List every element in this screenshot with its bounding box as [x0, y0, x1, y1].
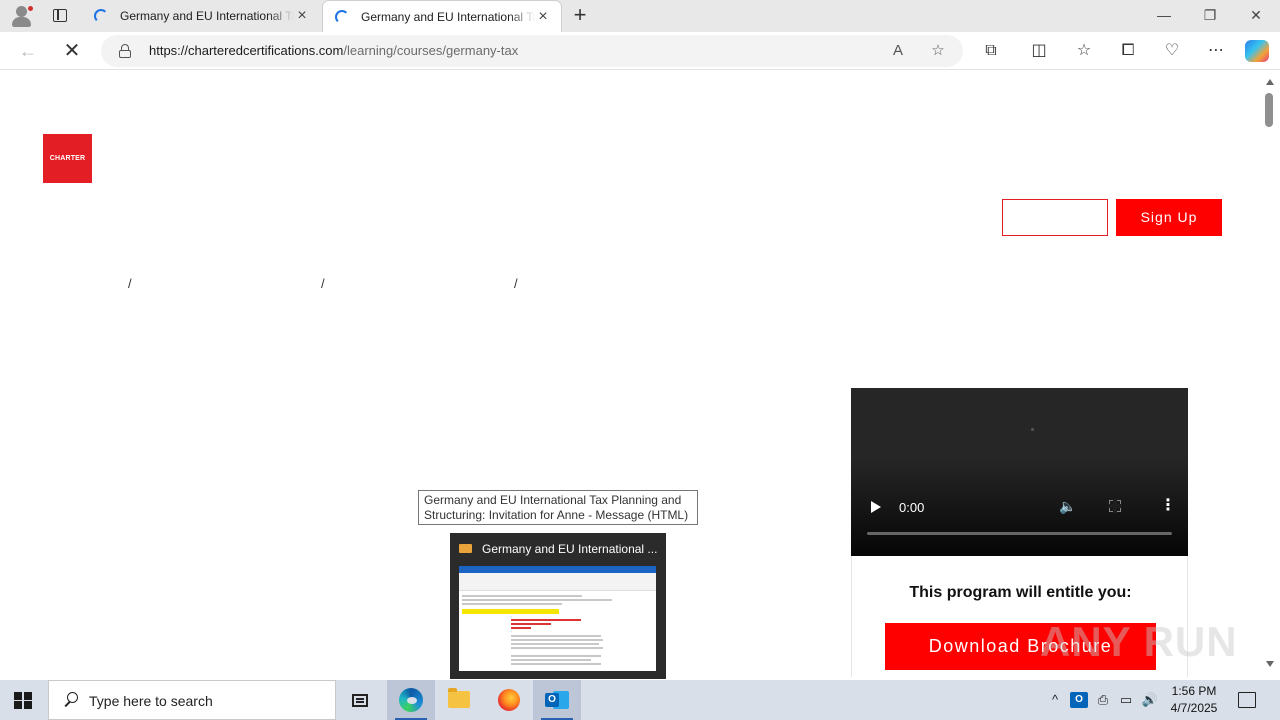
breadcrumb-separator: /: [514, 276, 518, 291]
copilot-icon[interactable]: [1245, 40, 1269, 62]
scroll-thumb[interactable]: [1265, 93, 1273, 127]
loading-spinner-icon: [94, 9, 108, 23]
login-button[interactable]: [1002, 199, 1108, 236]
taskbar-clock[interactable]: 1:56 PM 4/7/2025: [1160, 683, 1228, 717]
search-placeholder: Type here to search: [89, 693, 213, 709]
favorites-icon[interactable]: ☆: [1072, 40, 1096, 62]
restore-button[interactable]: ❐: [1187, 0, 1233, 32]
site-logo[interactable]: CHARTER: [43, 134, 92, 183]
printer-tray-icon[interactable]: ⎙: [1094, 692, 1112, 708]
extensions-icon[interactable]: ⧉: [979, 40, 1003, 62]
breadcrumb-separator: /: [128, 276, 132, 291]
breadcrumb-separator: /: [321, 276, 325, 291]
browser-tab[interactable]: Germany and EU International Tax Plannin…: [82, 0, 320, 32]
play-icon[interactable]: [871, 501, 881, 513]
network-icon[interactable]: ▭: [1117, 692, 1135, 708]
edge-icon: [399, 688, 423, 712]
tab-close-icon[interactable]: ×: [294, 8, 310, 24]
outlook-icon: O: [545, 689, 569, 711]
taskbar-outlook[interactable]: O: [533, 680, 581, 720]
lock-icon[interactable]: [119, 44, 131, 58]
url-host: https://charteredcertifications.com: [149, 43, 344, 58]
read-aloud-icon[interactable]: A: [887, 41, 909, 61]
anyrun-watermark: ANY RUN: [1040, 610, 1240, 670]
screen: Germany and EU International Tax Plannin…: [0, 0, 1280, 720]
collections-icon[interactable]: ⧠: [1116, 40, 1140, 62]
profile-icon[interactable]: [10, 5, 34, 27]
task-view-icon: [350, 692, 370, 708]
video-more-icon[interactable]: ⋮: [1160, 498, 1176, 514]
split-screen-icon[interactable]: ◫: [1027, 40, 1051, 62]
envelope-icon: [459, 544, 472, 553]
url-path: /learning/courses/germany-tax: [343, 43, 519, 58]
new-tab-button[interactable]: +: [568, 4, 592, 28]
minimize-button[interactable]: —: [1141, 0, 1187, 32]
video-player[interactable]: 0:00 🔈 ⋮: [851, 388, 1188, 556]
firefox-icon: [498, 689, 520, 711]
stop-loading-icon[interactable]: ✕: [60, 40, 84, 62]
taskbar-tooltip: Germany and EU International Tax Plannin…: [418, 490, 698, 525]
windows-taskbar: Type here to search O ^ O ⎙ ▭ 🔊 1:56 PM …: [0, 680, 1280, 720]
close-window-button[interactable]: ✕: [1233, 0, 1279, 32]
browser-tab-bar: Germany and EU International Tax Plannin…: [0, 0, 1280, 32]
task-view-button[interactable]: [336, 680, 384, 720]
tab-title: Germany and EU International Tax Plannin…: [120, 9, 294, 23]
folder-icon: [448, 688, 470, 708]
favorite-star-icon[interactable]: ☆: [927, 41, 949, 61]
volume-tray-icon[interactable]: 🔊: [1141, 692, 1159, 708]
taskbar-search-box[interactable]: Type here to search: [48, 680, 336, 720]
taskbar-firefox[interactable]: [485, 680, 533, 720]
video-time: 0:00: [899, 500, 925, 515]
clock-time: 1:56 PM: [1171, 684, 1217, 698]
search-icon: [63, 692, 81, 710]
tab-actions-icon[interactable]: [48, 6, 72, 26]
page-scrollbar[interactable]: [1261, 71, 1280, 677]
taskbar-window-preview[interactable]: Germany and EU International ...: [450, 533, 666, 679]
windows-start-icon[interactable]: [14, 692, 32, 709]
address-url[interactable]: https://charteredcertifications.com/lear…: [149, 43, 518, 58]
back-arrow-icon[interactable]: ←: [16, 40, 40, 62]
address-bar[interactable]: https://charteredcertifications.com/lear…: [101, 35, 963, 67]
entitle-heading: This program will entitle you:: [909, 584, 1132, 601]
notification-center-icon[interactable]: [1238, 692, 1256, 708]
sign-up-button[interactable]: Sign Up: [1116, 199, 1222, 236]
video-progress-bar[interactable]: [867, 532, 1172, 535]
loading-spinner-icon: [335, 10, 349, 24]
tab-close-icon[interactable]: ×: [535, 9, 551, 25]
taskbar-file-explorer[interactable]: [435, 680, 483, 720]
show-hidden-icons-icon[interactable]: ^: [1046, 692, 1064, 708]
preview-thumbnail[interactable]: [459, 566, 656, 671]
preview-title: Germany and EU International ...: [482, 542, 658, 556]
scroll-up-icon[interactable]: [1266, 79, 1274, 85]
browser-tab-active[interactable]: Germany and EU International Tax Plannin…: [322, 0, 562, 32]
fullscreen-icon[interactable]: [1108, 499, 1122, 513]
taskbar-edge[interactable]: [387, 680, 435, 720]
more-icon[interactable]: ⋯: [1204, 40, 1228, 62]
tab-title: Germany and EU International Tax Plannin…: [361, 10, 535, 24]
outlook-tray-icon[interactable]: O: [1070, 692, 1088, 708]
watermark-text: ANY RUN: [1040, 618, 1238, 665]
clock-date: 4/7/2025: [1170, 701, 1218, 715]
browser-essentials-icon[interactable]: ♡: [1160, 40, 1184, 62]
scroll-down-icon[interactable]: [1266, 661, 1274, 667]
volume-icon[interactable]: 🔈: [1059, 498, 1077, 514]
